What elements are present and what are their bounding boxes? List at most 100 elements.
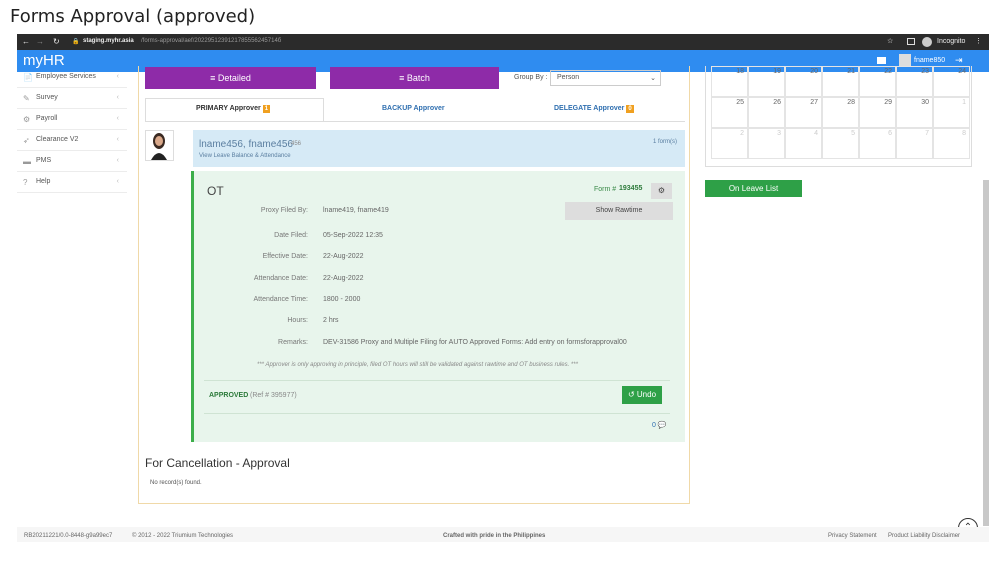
detailed-button[interactable]: ≡ Detailed bbox=[145, 67, 316, 89]
tab-delegate-approver[interactable]: DELEGATE Approver 0 bbox=[554, 105, 634, 113]
calendar-day[interactable]: 24 bbox=[933, 66, 970, 97]
status-approved: APPROVED bbox=[209, 392, 249, 399]
field-label: Date Filed: bbox=[274, 232, 308, 239]
tab-backup-approver[interactable]: BACKUP Approver bbox=[382, 105, 445, 112]
lock-icon: 🔒 bbox=[72, 39, 80, 45]
form-count: 1 form(s) bbox=[653, 139, 677, 145]
batch-label: Batch bbox=[406, 73, 430, 83]
screenshot-caption: Forms Approval (approved) bbox=[10, 6, 256, 27]
field-value: DEV-31586 Proxy and Multiple Filing for … bbox=[323, 339, 627, 346]
chevron-left-icon: ‹ bbox=[116, 157, 119, 164]
tab-primary-approver[interactable]: PRIMARY Approver 1 bbox=[196, 105, 271, 113]
user-name[interactable]: fname850 bbox=[914, 57, 945, 64]
calendar-day[interactable]: 7 bbox=[896, 128, 933, 159]
calendar-day[interactable]: 27 bbox=[785, 97, 822, 128]
mail-icon[interactable] bbox=[877, 57, 886, 64]
chevron-left-icon: ‹ bbox=[116, 73, 119, 80]
employee-name[interactable]: lname456, fname456 bbox=[199, 139, 293, 150]
field-value: 05-Sep-2022 12:35 bbox=[323, 232, 383, 239]
url-host[interactable]: staging.myhr.asia bbox=[83, 38, 134, 44]
employee-code: 456 bbox=[291, 141, 302, 147]
undo-button[interactable]: ↺ Undo bbox=[622, 386, 662, 404]
form-number[interactable]: 193455 bbox=[619, 185, 642, 192]
sidebar-item-label: Employee Services bbox=[36, 73, 96, 80]
form-fields: Proxy Filed By: lname419, fname419 Date F… bbox=[194, 207, 684, 347]
calendar-day[interactable]: 22 bbox=[859, 66, 896, 97]
comment-icon: 💬 bbox=[657, 422, 667, 429]
calendar-day[interactable]: 26 bbox=[748, 97, 785, 128]
sidebar-item-payroll[interactable]: ⚙ Payroll ‹ bbox=[17, 109, 127, 130]
calendar-day[interactable]: 6 bbox=[859, 128, 896, 159]
on-leave-list-button[interactable]: On Leave List bbox=[705, 180, 802, 197]
field-label: Attendance Date: bbox=[253, 275, 308, 282]
privacy-link[interactable]: Privacy Statement bbox=[828, 533, 877, 539]
url-path[interactable]: /forms-approval/aef/20229512391217855562… bbox=[141, 38, 281, 44]
chevron-left-icon: ‹ bbox=[116, 178, 119, 185]
calendar-day[interactable]: 30 bbox=[896, 97, 933, 128]
comment-count-value: 0 bbox=[652, 422, 656, 429]
tab-divider bbox=[145, 121, 685, 122]
reload-icon[interactable]: ↻ bbox=[53, 37, 60, 46]
folder-icon: ▬ bbox=[23, 157, 31, 166]
calendar-day[interactable]: 19 bbox=[748, 66, 785, 97]
calendar-day[interactable]: 28 bbox=[822, 97, 859, 128]
sidebar-item-help[interactable]: ? Help ‹ bbox=[17, 172, 127, 193]
split-view-icon[interactable] bbox=[907, 38, 915, 45]
calendar-day[interactable]: 25 bbox=[711, 97, 748, 128]
chevron-left-icon: ‹ bbox=[116, 136, 119, 143]
calendar-widget: 18 19 20 21 22 23 24 25 26 27 28 29 30 1… bbox=[705, 66, 972, 167]
bookmark-star-icon[interactable]: ☆ bbox=[887, 37, 893, 45]
browser-toolbar: ← → ↻ 🔒 staging.myhr.asia /forms-approva… bbox=[17, 34, 989, 50]
sidebar-item-label: Clearance V2 bbox=[36, 136, 79, 143]
document-icon: 📄 bbox=[23, 73, 33, 82]
tab-label: PRIMARY Approver bbox=[196, 105, 261, 112]
help-icon: ? bbox=[23, 178, 28, 187]
field-label: Effective Date: bbox=[262, 253, 308, 260]
field-value: lname419, fname419 bbox=[323, 207, 389, 214]
approval-ref: (Ref # 395977) bbox=[250, 392, 297, 399]
calendar-day[interactable]: 3 bbox=[748, 128, 785, 159]
approval-note: *** Approver is only approving in princi… bbox=[257, 362, 578, 368]
calendar-day[interactable]: 4 bbox=[785, 128, 822, 159]
calendar-day[interactable]: 18 bbox=[711, 66, 748, 97]
sidebar-item-clearance[interactable]: ➶ Clearance V2 ‹ bbox=[17, 130, 127, 151]
chevron-down-icon: ⌄ bbox=[650, 75, 656, 82]
tab-badge: 1 bbox=[262, 105, 271, 113]
sidebar-item-pms[interactable]: ▬ PMS ‹ bbox=[17, 151, 127, 172]
sidebar-item-survey[interactable]: ✎ Survey ‹ bbox=[17, 88, 127, 109]
group-by-select[interactable]: Person ⌄ bbox=[550, 70, 661, 86]
sidebar-item-label: Survey bbox=[36, 94, 58, 101]
page-scrollbar[interactable] bbox=[983, 180, 989, 526]
browser-menu-icon[interactable]: ⋮ bbox=[975, 37, 982, 45]
field-value: 22-Aug-2022 bbox=[323, 275, 364, 282]
no-records-text: No record(s) found. bbox=[150, 480, 202, 486]
form-number-label: Form # bbox=[594, 186, 617, 193]
sidebar-item-employee-services[interactable]: 📄 Employee Services ‹ bbox=[17, 67, 127, 88]
detailed-label: Detailed bbox=[217, 73, 251, 83]
batch-button[interactable]: ≡ Batch bbox=[330, 67, 499, 89]
settings-gears-icon[interactable]: ⚙ bbox=[651, 183, 672, 199]
calendar-day[interactable]: 20 bbox=[785, 66, 822, 97]
group-by-label: Group By : bbox=[514, 74, 548, 81]
calendar-day[interactable]: 2 bbox=[711, 128, 748, 159]
logout-icon[interactable]: ⇥ bbox=[955, 55, 963, 66]
liability-link[interactable]: Product Liability Disclaimer bbox=[888, 533, 960, 539]
tab-label: BACKUP Approver bbox=[382, 105, 445, 112]
calendar-day[interactable]: 8 bbox=[933, 128, 970, 159]
calendar-day[interactable]: 21 bbox=[822, 66, 859, 97]
comment-count[interactable]: 0 💬 bbox=[652, 421, 667, 429]
calendar-day[interactable]: 5 bbox=[822, 128, 859, 159]
incognito-icon bbox=[922, 37, 932, 47]
divider bbox=[204, 413, 670, 414]
crafted-text: Crafted with pride in the Philippines bbox=[443, 533, 546, 539]
forward-icon[interactable]: → bbox=[36, 37, 44, 46]
calendar-day[interactable]: 23 bbox=[896, 66, 933, 97]
field-label: Attendance Time: bbox=[253, 296, 308, 303]
divider bbox=[204, 380, 670, 381]
calendar-day[interactable]: 1 bbox=[933, 97, 970, 128]
calendar-day[interactable]: 29 bbox=[859, 97, 896, 128]
payroll-icon: ⚙ bbox=[23, 115, 31, 124]
group-by-value: Person bbox=[557, 74, 580, 81]
leave-balance-link[interactable]: View Leave Balance & Attendance bbox=[199, 153, 291, 159]
back-icon[interactable]: ← bbox=[22, 37, 30, 46]
